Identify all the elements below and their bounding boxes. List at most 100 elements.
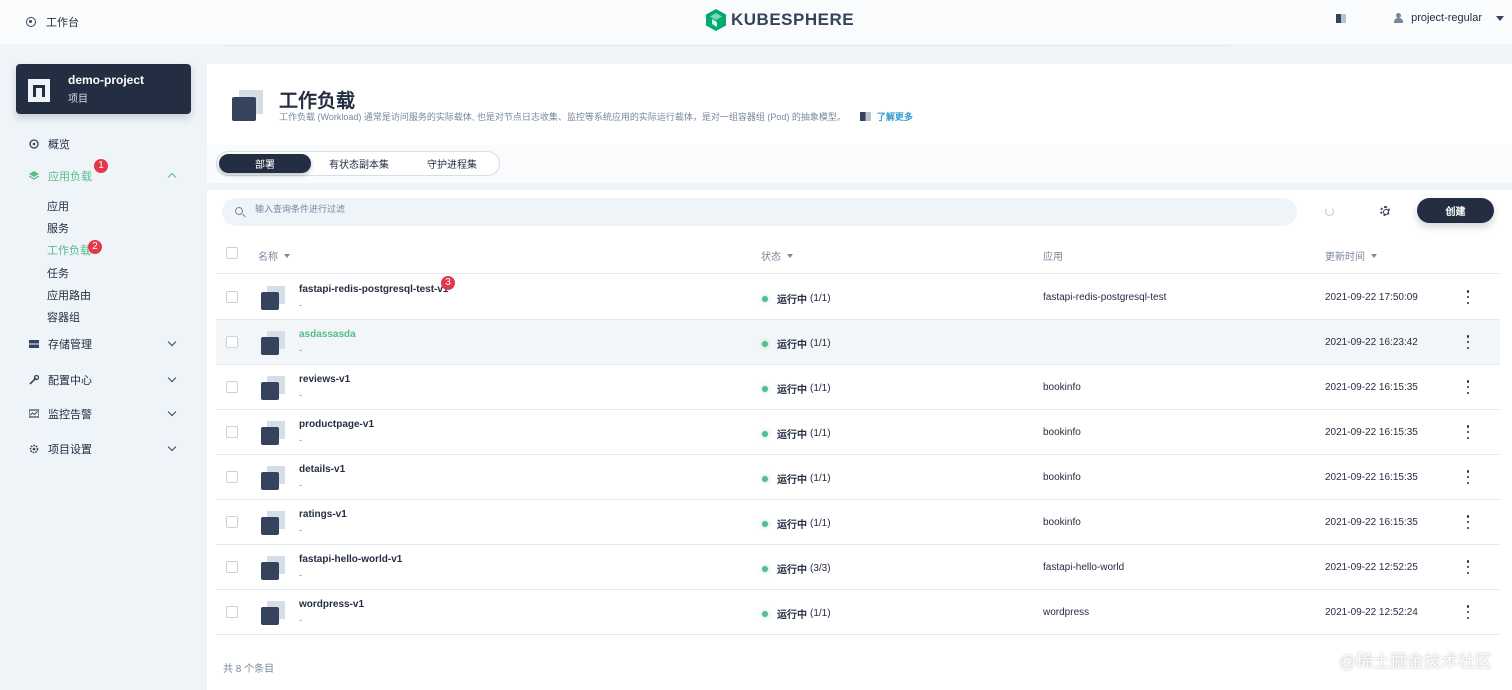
column-status[interactable]: 状态 <box>761 248 793 263</box>
kubesphere-logo[interactable]: KUBESPHERE <box>706 9 854 31</box>
deployment-icon <box>261 376 287 402</box>
nav-monitoring-label: 监控告警 <box>48 409 92 421</box>
workload-icon <box>224 82 272 130</box>
chevron-up-icon <box>167 172 177 182</box>
workload-description: - <box>299 435 302 445</box>
row-checkbox[interactable] <box>226 381 238 393</box>
create-button[interactable]: 创建 <box>1417 198 1494 223</box>
column-updated[interactable]: 更新时间 <box>1325 248 1377 263</box>
username: project-regular <box>1411 12 1482 24</box>
theme-toggle-icon[interactable] <box>1336 13 1347 23</box>
workload-name-link[interactable]: productpage-v1 <box>299 419 374 430</box>
nav-storage[interactable]: 存储管理 <box>0 334 200 354</box>
tab-statefulsets[interactable]: 有状态副本集 <box>311 154 407 173</box>
row-checkbox[interactable] <box>226 291 238 303</box>
kubesphere-logo-icon <box>706 9 726 31</box>
settings-gear-icon[interactable] <box>1380 206 1390 216</box>
app-name: fastapi-redis-postgresql-test <box>1043 292 1167 303</box>
caret-down-icon <box>1496 15 1504 21</box>
page-header: 工作负载 工作负载 (Workload) 通常是访问服务的实际载体, 也是对节点… <box>207 64 1512 145</box>
status-dot-icon <box>762 565 768 572</box>
tab-daemonsets[interactable]: 守护进程集 <box>407 154 497 173</box>
select-all-checkbox[interactable] <box>226 247 238 259</box>
search-bar[interactable] <box>222 198 1297 226</box>
more-actions-icon[interactable] <box>1466 425 1470 439</box>
row-checkbox[interactable] <box>226 426 238 438</box>
nav-monitoring[interactable]: 监控告警 <box>0 404 200 424</box>
table-row[interactable]: reviews-v1 - 运行中 (1/1) bookinfo 2021-09-22 16… <box>216 365 1500 410</box>
table-row[interactable]: details-v1 - 运行中 (1/1) bookinfo 2021-09-22 16… <box>216 455 1500 500</box>
row-checkbox[interactable] <box>226 471 238 483</box>
updated-time: 2021-09-22 16:23:42 <box>1325 337 1418 348</box>
workload-name-link[interactable]: wordpress-v1 <box>299 599 364 610</box>
more-actions-icon[interactable] <box>1466 380 1470 394</box>
workload-name-link[interactable]: ratings-v1 <box>299 509 347 520</box>
nav-sub-services[interactable]: 服务 <box>47 220 69 236</box>
workload-name-link[interactable]: details-v1 <box>299 464 345 475</box>
table-row[interactable]: asdassasda - 运行中 (1/1) 2021-09-22 16:23:42 <box>216 320 1500 365</box>
nav-sub-jobs[interactable]: 任务 <box>47 265 69 281</box>
watermark: @稀土掘金技术社区 <box>1338 652 1492 671</box>
table-toolbar: 创建 <box>222 198 1512 226</box>
storage-icon <box>29 340 39 348</box>
row-checkbox[interactable] <box>226 336 238 348</box>
column-app: 应用 <box>1043 248 1063 263</box>
nav-sub-pods[interactable]: 容器组 <box>47 309 80 325</box>
workload-name-link[interactable]: fastapi-redis-postgresql-test-v1 <box>299 284 448 295</box>
replica-count: (1/1) <box>810 518 831 529</box>
more-actions-icon[interactable] <box>1466 605 1470 619</box>
step-badge-3: 3 <box>441 276 455 290</box>
workload-name-link[interactable]: reviews-v1 <box>299 374 350 385</box>
more-actions-icon[interactable] <box>1466 515 1470 529</box>
row-checkbox[interactable] <box>226 516 238 528</box>
column-name[interactable]: 名称 <box>258 248 290 263</box>
user-icon <box>1394 13 1404 23</box>
chevron-down-icon <box>167 407 177 417</box>
nav-sub-routes[interactable]: 应用路由 <box>47 287 91 303</box>
deployment-icon <box>261 331 287 357</box>
more-actions-icon[interactable] <box>1466 470 1470 484</box>
app-name: bookinfo <box>1043 382 1081 393</box>
replica-count: (1/1) <box>810 608 831 619</box>
table-row[interactable]: productpage-v1 - 运行中 (1/1) bookinfo 2021-09-2… <box>216 410 1500 455</box>
updated-time: 2021-09-22 16:15:35 <box>1325 382 1418 393</box>
more-actions-icon[interactable] <box>1466 335 1470 349</box>
nav-config[interactable]: 配置中心 <box>0 370 200 390</box>
table-row[interactable]: ratings-v1 - 运行中 (1/1) bookinfo 2021-09-22 16… <box>216 500 1500 545</box>
workload-name-link[interactable]: asdassasda <box>299 329 356 340</box>
nav-sub-workloads[interactable]: 工作负载 <box>47 242 91 258</box>
workload-type-tabs: 部署 有状态副本集 守护进程集 <box>216 151 500 176</box>
more-actions-icon[interactable] <box>1466 560 1470 574</box>
user-menu[interactable]: project-regular <box>1394 12 1504 24</box>
table-row[interactable]: wordpress-v1 - 运行中 (1/1) wordpress 2021-09-22… <box>216 590 1500 635</box>
top-divider <box>224 45 1230 46</box>
row-checkbox[interactable] <box>226 561 238 573</box>
workload-name-link[interactable]: fastapi-hello-world-v1 <box>299 554 402 565</box>
nav-overview[interactable]: 概览 <box>0 134 200 154</box>
learn-more-link[interactable]: 了解更多 <box>859 110 913 123</box>
row-checkbox[interactable] <box>226 606 238 618</box>
replica-count: (1/1) <box>810 428 831 439</box>
search-input[interactable] <box>255 204 1255 214</box>
chevron-down-icon <box>167 373 177 383</box>
status-text: 运行中 <box>777 295 807 306</box>
project-type: 项目 <box>68 94 88 105</box>
chevron-down-icon <box>167 442 177 452</box>
status-text: 运行中 <box>777 385 807 396</box>
refresh-icon[interactable] <box>1325 207 1334 216</box>
workload-table-card: 创建 名称 状态 应用 更新时间 fastapi-redis-postgresq… <box>207 190 1512 690</box>
tab-deployments[interactable]: 部署 <box>219 154 311 173</box>
nav-sub-apps[interactable]: 应用 <box>47 198 69 214</box>
nav-settings-label: 项目设置 <box>48 444 92 456</box>
project-selector[interactable]: demo-project 项目 <box>16 64 191 114</box>
workspace-link[interactable]: 工作台 <box>26 14 79 30</box>
sort-icon <box>1371 253 1377 258</box>
nav-settings[interactable]: 项目设置 <box>0 439 200 459</box>
table-row[interactable]: fastapi-hello-world-v1 - 运行中 (3/3) fastapi-h… <box>216 545 1500 590</box>
workload-description: - <box>299 525 302 535</box>
more-actions-icon[interactable] <box>1466 290 1470 304</box>
status-dot-icon <box>762 520 768 527</box>
nav-app-workloads-label: 应用负载 <box>48 171 92 183</box>
search-icon <box>235 207 243 215</box>
table-row[interactable]: fastapi-redis-postgresql-test-v1 - 运行中 (1/1… <box>216 275 1500 320</box>
